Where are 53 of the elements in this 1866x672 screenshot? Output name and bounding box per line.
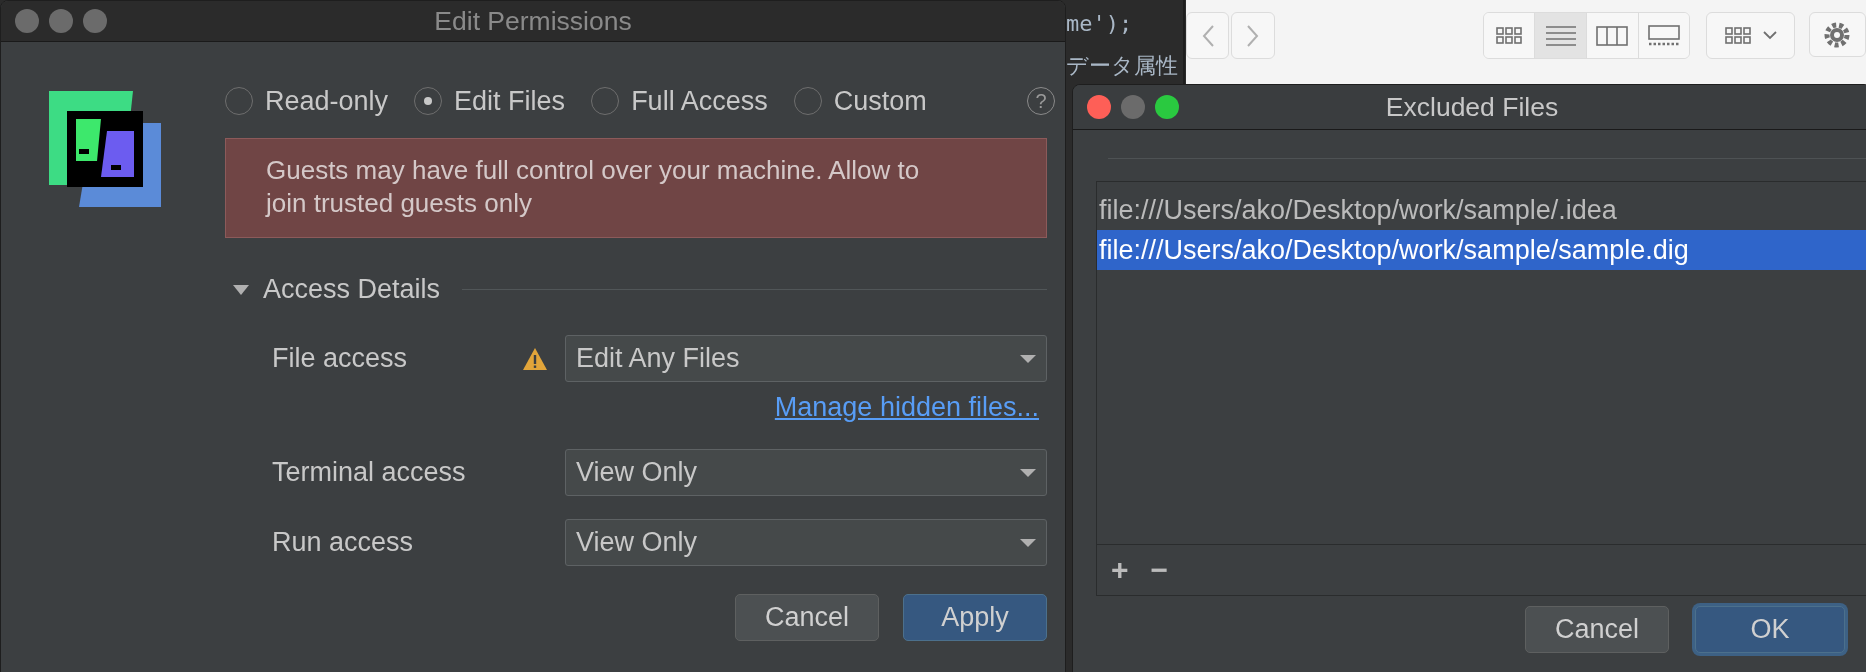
window-title: Edit Permissions [434,5,632,37]
columns-icon [1596,25,1629,46]
code-line: me'); [1066,10,1134,38]
forward-button[interactable] [1231,12,1275,59]
chevron-right-icon [1246,23,1260,48]
group-button[interactable] [1706,12,1795,59]
radio-option[interactable]: Edit Files [414,85,566,117]
dropdown[interactable]: View Only [565,519,1047,566]
radio-button[interactable] [414,87,443,115]
back-button[interactable] [1186,12,1230,59]
window-control[interactable] [15,9,39,33]
section-title: Access Details [263,274,441,305]
primary-button[interactable]: Apply [903,594,1047,641]
radio-option[interactable]: Custom [793,85,927,117]
field-label: File access [271,343,409,374]
primary-button[interactable]: OK [1695,606,1845,653]
dropdown[interactable]: View Only [565,449,1047,496]
file-list-item[interactable]: file:///Users/ako/Desktop/work/sample/sample.dig [1097,230,1866,270]
window-control[interactable] [49,9,73,33]
radio-button[interactable] [793,87,822,115]
radio-option[interactable]: Read-only [225,85,389,117]
list-icon [1545,25,1576,46]
radio-button[interactable] [225,87,253,115]
grid-icon [1496,26,1522,45]
remove-button[interactable]: − [1150,555,1169,585]
chevron-left-icon [1200,23,1215,48]
window-title: Excluded Files [1385,91,1559,123]
field-label: Run access [271,527,415,558]
radio-button[interactable] [591,87,620,115]
add-button[interactable]: + [1111,555,1129,585]
secondary-button[interactable]: Cancel [735,594,879,641]
manage-hidden-files-link[interactable]: Manage hidden files... [774,392,1039,423]
view-mode-button[interactable] [1534,13,1586,58]
secondary-button[interactable]: Cancel [1525,606,1669,653]
caret-icon [1020,467,1036,478]
caret-icon [1020,537,1036,548]
view-mode-button[interactable] [1637,13,1690,58]
field-label: Terminal access [271,457,467,488]
chevron-down-icon [1762,31,1777,40]
code-line: データ属性 [1066,52,1179,80]
file-list-item[interactable]: file:///Users/ako/Desktop/work/sample/.idea [1097,190,1866,230]
grid-icon [1724,26,1751,45]
gallery-icon [1648,24,1680,47]
radio-option[interactable]: Full Access [591,85,768,117]
settings-button[interactable] [1808,12,1866,57]
window-control[interactable] [1155,95,1179,119]
warning-banner: Guests may have full control over your machine. Allow to join trusted guests only [225,138,1047,238]
window-control[interactable] [1121,95,1145,119]
expanded-triangle-icon[interactable] [233,283,249,296]
window-control[interactable] [83,9,107,33]
window-control[interactable] [1087,95,1111,119]
caret-icon [1020,353,1036,364]
dropdown[interactable]: Edit Any Files [565,335,1047,382]
